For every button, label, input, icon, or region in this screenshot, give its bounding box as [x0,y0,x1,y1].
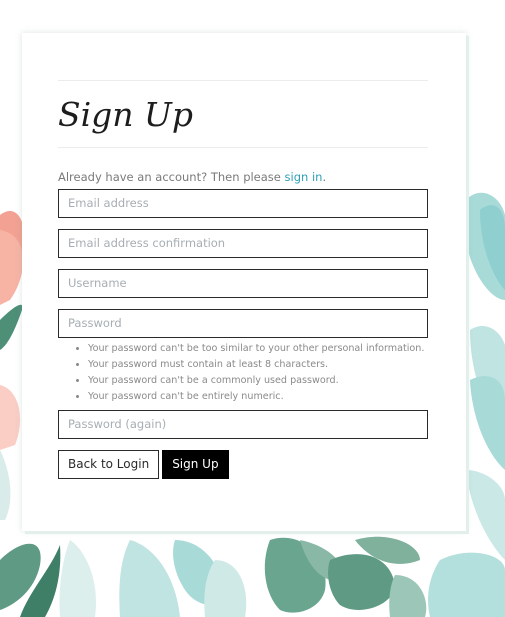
already-account-text: Already have an account? Then please sig… [58,169,428,185]
already-account-period: . [322,170,327,184]
username-field[interactable]: Username [58,269,428,298]
signup-form: Sign Up Already have an account? Then pl… [58,80,428,479]
sign-up-button[interactable]: Sign Up [162,450,229,479]
email-field[interactable]: Email address [58,189,428,218]
form-actions: Back to Login Sign Up [58,450,428,479]
already-account-label: Already have an account? Then please [58,170,285,184]
password-again-field[interactable]: Password (again) [58,410,428,439]
email-confirmation-field[interactable]: Email address confirmation [58,229,428,258]
password-field[interactable]: Password [58,309,428,338]
password-help-item: Your password can't be a commonly used p… [88,373,428,389]
signup-card: Sign Up Already have an account? Then pl… [22,33,466,531]
page-title: Sign Up [58,95,193,134]
bottom-leaves [59,536,427,617]
password-help-item: Your password must contain at least 8 ch… [88,357,428,373]
password-help-list: Your password can't be too similar to yo… [58,341,428,405]
back-to-login-button[interactable]: Back to Login [58,450,160,479]
password-help-item: Your password can't be too similar to yo… [88,341,428,357]
top-divider [58,80,428,81]
title-divider [58,147,428,148]
password-help-item: Your password can't be entirely numeric. [88,389,428,405]
sign-in-link[interactable]: sign in [285,170,323,184]
